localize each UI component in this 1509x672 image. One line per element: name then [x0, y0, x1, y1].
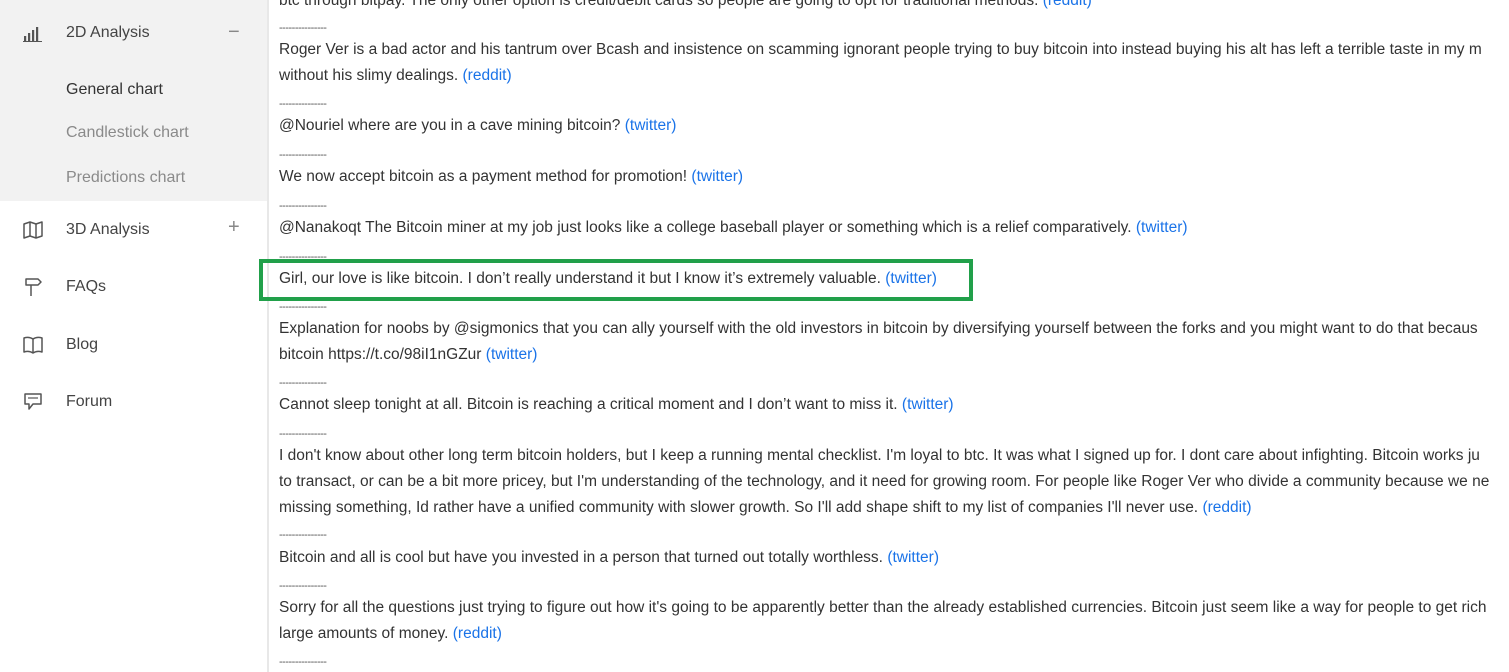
source-link[interactable]: (twitter)	[902, 396, 954, 413]
feed-separator: ---------------	[279, 98, 327, 110]
sidebar-item-faqs[interactable]: FAQs	[0, 259, 267, 317]
sidebar-item-blog[interactable]: Blog	[0, 316, 267, 374]
signpost-icon	[23, 277, 43, 297]
feed-entry: Roger Ver is a bad actor and his tantrum…	[279, 37, 1482, 89]
sidebar-item-forum[interactable]: Forum	[0, 374, 267, 432]
feed-entry: btc through bitpay. The only other optio…	[279, 0, 1092, 14]
feed-entry-text: large amounts of money.	[279, 625, 449, 642]
map-icon	[23, 220, 43, 240]
expand-icon[interactable]: +	[228, 217, 240, 237]
source-link[interactable]: (twitter)	[486, 346, 538, 363]
sidebar-item-3d-analysis[interactable]: 3D Analysis +	[0, 201, 267, 259]
feed-entry: I don't know about other long term bitco…	[279, 443, 1489, 521]
source-link[interactable]: (twitter)	[625, 117, 677, 134]
feed-entry: @Nouriel where are you in a cave mining …	[279, 113, 676, 139]
feed-entry-text: Girl, our love is like bitcoin. I don’t …	[279, 270, 881, 287]
feed-entry: We now accept bitcoin as a payment metho…	[279, 164, 743, 190]
source-link[interactable]: (twitter)	[887, 549, 939, 566]
feed-separator: ---------------	[279, 656, 327, 668]
bar-chart-icon	[23, 24, 43, 44]
feed-separator: ---------------	[279, 200, 327, 212]
source-link[interactable]: (reddit)	[1202, 499, 1251, 516]
collapse-icon[interactable]: −	[228, 22, 240, 42]
feed-separator: ---------------	[279, 529, 327, 541]
sidebar-subitem-general-chart[interactable]: General chart	[0, 68, 267, 111]
feed-separator: ---------------	[279, 377, 327, 389]
app-root: 2D Analysis − General chart Candlestick …	[0, 0, 1509, 672]
sidebar-item-2d-analysis[interactable]: 2D Analysis −	[0, 0, 267, 68]
feed-entry-text: btc through bitpay. The only other optio…	[279, 0, 1039, 9]
feed-entry-text: Sorry for all the questions just trying …	[279, 599, 1487, 616]
feed-entry-text: missing something, Id rather have a unif…	[279, 499, 1199, 516]
feed-entry-text: I don't know about other long term bitco…	[279, 447, 1480, 464]
feed-entry-text: without his slimy dealings.	[279, 67, 459, 84]
feed-entry-text: Bitcoin and all is cool but have you inv…	[279, 549, 883, 566]
chat-icon	[23, 392, 43, 412]
sidebar-item-label: 2D Analysis	[66, 24, 150, 41]
sidebar-item-label: FAQs	[66, 278, 107, 296]
feed-entry: Sorry for all the questions just trying …	[279, 595, 1486, 647]
source-link[interactable]: (reddit)	[1043, 0, 1092, 9]
sidebar-item-label: 3D Analysis	[66, 220, 150, 238]
feed-separator: ---------------	[279, 428, 327, 440]
menu-group-2d-analysis: 2D Analysis − General chart Candlestick …	[0, 0, 267, 201]
book-icon	[23, 335, 43, 355]
feed-entry-text: bitcoin https://t.co/98iI1nGZur	[279, 346, 482, 363]
feed-entry: Bitcoin and all is cool but have you inv…	[279, 545, 939, 571]
feed-entry: Girl, our love is like bitcoin. I don’t …	[279, 266, 937, 292]
sentiment-feed: btc through bitpay. The only other optio…	[279, 0, 1509, 672]
sidebar-subitem-candlestick-chart[interactable]: Candlestick chart	[0, 111, 267, 154]
feed-entry: Explanation for noobs by @sigmonics that…	[279, 316, 1478, 368]
feed-entry-text: to transact, or can be a bit more pricey…	[279, 473, 1490, 490]
feed-entry: Cannot sleep tonight at all. Bitcoin is …	[279, 392, 954, 418]
source-link[interactable]: (reddit)	[453, 625, 502, 642]
source-link[interactable]: (twitter)	[1136, 219, 1188, 236]
source-link[interactable]: (reddit)	[463, 67, 512, 84]
source-link[interactable]: (twitter)	[691, 168, 743, 185]
feed-separator: ---------------	[279, 149, 327, 161]
feed-separator: ---------------	[279, 251, 327, 263]
feed-entry-text: Cannot sleep tonight at all. Bitcoin is …	[279, 396, 898, 413]
sidebar: 2D Analysis − General chart Candlestick …	[0, 0, 269, 672]
feed-entry-text: Roger Ver is a bad actor and his tantrum…	[279, 41, 1482, 58]
sidebar-item-label: Blog	[66, 335, 99, 353]
feed-separator: ---------------	[279, 580, 327, 592]
feed-entry: @Nanakoqt The Bitcoin miner at my job ju…	[279, 215, 1188, 241]
sidebar-item-label: Forum	[66, 393, 113, 411]
source-link[interactable]: (twitter)	[885, 270, 937, 287]
feed-entry-text: @Nanakoqt The Bitcoin miner at my job ju…	[279, 219, 1132, 236]
feed-entry-text: Explanation for noobs by @sigmonics that…	[279, 320, 1478, 337]
sidebar-subitem-predictions-chart[interactable]: Predictions chart	[0, 154, 267, 201]
feed-entry-text: @Nouriel where are you in a cave mining …	[279, 117, 621, 134]
feed-separator: ---------------	[279, 22, 327, 34]
feed-entry-text: We now accept bitcoin as a payment metho…	[279, 168, 688, 185]
feed-separator: ---------------	[279, 301, 327, 313]
